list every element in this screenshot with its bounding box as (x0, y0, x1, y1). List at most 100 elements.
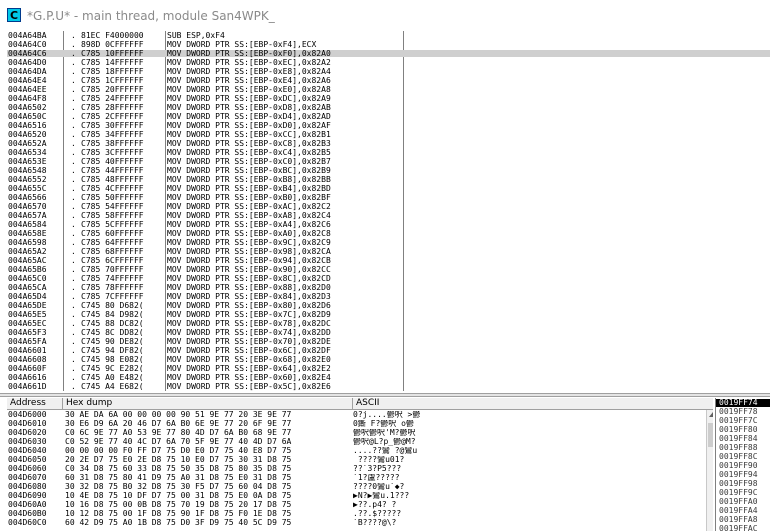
instruction-hex: C745 A4 E682( (81, 383, 144, 390)
dump-row[interactable]: 004D6020 C0 6C 9E 77 A0 53 9E 77 80 4D D7… (7, 429, 713, 437)
dump-row[interactable]: 004D6010 30 E6 D9 6A 20 46 D7 6A B0 6E 9E… (7, 420, 713, 428)
disassembly-row[interactable]: 004A65C0. C785 74FFFFFF MOV DWORD PTR SS:[… (7, 274, 770, 283)
disassembly-row[interactable]: 004A653E. C785 40FFFFFF MOV DWORD PTR SS:[… (7, 158, 770, 166)
instruction-hex: C745 80 D682( (81, 302, 144, 309)
disassembly-row[interactable]: 004A64C0. 898D 0CFFFFFF MOV DWORD PTR SS:[… (7, 41, 770, 49)
disassembly-row[interactable]: 004A6601. C745 94 DF82(MOV DWORD PTR SS:[… (7, 347, 770, 355)
stack-address[interactable]: 0019FFA8 (716, 516, 770, 524)
disassembly-row[interactable]: 004A658E. C785 60FFFFFF MOV DWORD PTR SS:[… (7, 230, 770, 238)
dump-address: 004D60C0 (8, 519, 47, 527)
pane-splitter[interactable] (0, 393, 770, 397)
disassembly-row[interactable]: 004A660F. C745 9C E282(MOV DWORD PTR SS:[… (7, 364, 770, 373)
dump-row[interactable]: 004D60A0 10 16 D8 75 00 0B D8 75 70 19 D8… (7, 501, 713, 509)
dump-row[interactable]: 004D6040 00 00 00 00 F0 FF D7 75 D0 E0 D7… (7, 447, 713, 455)
instruction-address: 004A65A2 (8, 248, 47, 255)
stack-pane[interactable]: 0019FF74 0019FF78 0019FF7C 0019FF80 0019FF84… (715, 398, 770, 531)
dump-address: 004D60A0 (8, 501, 47, 509)
disassembly-row[interactable]: 004A6570. C785 54FFFFFF MOV DWORD PTR SS:[… (7, 203, 770, 211)
dump-row[interactable]: 004D6070 60 31 D8 75 80 41 D9 75 A0 31 D8… (7, 474, 713, 482)
instruction-marker: . (71, 274, 76, 283)
disassembly-column-divider (165, 31, 166, 391)
stack-address[interactable]: 0019FFAC (716, 525, 770, 531)
disassembly-row[interactable]: 004A64DA. C785 18FFFFFF MOV DWORD PTR SS:[… (7, 68, 770, 76)
disassembly-row[interactable]: 004A65A2. C785 68FFFFFF MOV DWORD PTR SS:[… (7, 248, 770, 256)
dump-row[interactable]: 004D6060 C0 34 D8 75 60 33 D8 75 50 35 D8… (7, 465, 713, 473)
disassembly-row[interactable]: 004A64C6. C785 10FFFFFF MOV DWORD PTR SS:[… (7, 50, 770, 58)
dump-row[interactable]: 004D6080 30 32 D8 75 B0 32 D8 75 30 F5 D7… (7, 483, 713, 491)
disassembly-row[interactable]: 004A6502. C785 28FFFFFF MOV DWORD PTR SS:[… (7, 104, 770, 112)
dump-row[interactable]: 004D6000 30 AE DA 6A 00 00 00 00 90 51 9E… (7, 411, 713, 419)
disassembly-row[interactable]: 004A64F8. C785 24FFFFFF MOV DWORD PTR SS:[… (7, 95, 770, 103)
stack-address[interactable]: 0019FF84 (716, 435, 770, 443)
stack-address[interactable]: 0019FFA0 (716, 498, 770, 506)
disassembly-row[interactable]: 004A65E5. C745 84 D982(MOV DWORD PTR SS:[… (7, 311, 770, 319)
instruction-text: MOV DWORD PTR SS:[EBP-0x60],0x82E4 (167, 373, 331, 382)
instruction-text: MOV DWORD PTR SS:[EBP-0xE4],0x82A6 (167, 76, 331, 85)
disassembly-row[interactable]: 004A6566. C785 50FFFFFF MOV DWORD PTR SS:[… (7, 194, 770, 202)
instruction-hex: C785 70FFFFFF (81, 266, 144, 273)
disassembly-row[interactable]: 004A65AC. C785 6CFFFFFF MOV DWORD PTR SS:[… (7, 257, 770, 265)
dump-ascii: ▶??.p4? ? (353, 501, 397, 509)
dump-pane[interactable]: Address Hex dump ASCII 004D6000 30 AE DA … (7, 398, 713, 531)
instruction-text: MOV DWORD PTR SS:[EBP-0xA8],0x82C4 (167, 211, 331, 220)
instruction-marker: . (71, 238, 76, 247)
instruction-address: 004A65FA (8, 338, 47, 345)
stack-address[interactable]: 0019FF98 (716, 480, 770, 488)
dump-row[interactable]: 004D60C0 60 42 D9 75 A0 1B D8 75 D0 3F D9… (7, 519, 713, 527)
disassembly-row[interactable]: 004A661D. C745 A4 E682(MOV DWORD PTR SS:[… (7, 383, 770, 391)
disassembly-row[interactable]: 004A6616. C745 A0 E482(MOV DWORD PTR SS:[… (7, 373, 770, 382)
disassembly-row[interactable]: 004A65D4. C785 7CFFFFFF MOV DWORD PTR SS:[… (7, 293, 770, 301)
stack-address[interactable]: 0019FF80 (716, 426, 770, 434)
disassembly-row[interactable]: 004A64EE. C785 20FFFFFF MOV DWORD PTR SS:[… (7, 86, 770, 94)
disassembly-row[interactable]: 004A657A. C785 58FFFFFF MOV DWORD PTR SS:[… (7, 211, 770, 220)
disassembly-row[interactable]: 004A6598. C785 64FFFFFF MOV DWORD PTR SS:[… (7, 238, 770, 247)
stack-address[interactable]: 0019FF94 (716, 471, 770, 479)
instruction-text: MOV DWORD PTR SS:[EBP-0x64],0x82E2 (167, 364, 331, 373)
stack-address[interactable]: 0019FF7C (716, 417, 770, 425)
disassembly-row[interactable]: 004A65EC. C745 88 DC82(MOV DWORD PTR SS:[… (7, 320, 770, 328)
disassembly-row[interactable]: 004A65B6. C785 70FFFFFF MOV DWORD PTR SS:[… (7, 265, 770, 274)
stack-address[interactable]: 0019FF90 (716, 462, 770, 470)
disassembly-row[interactable]: 004A64D0. C785 14FFFFFF MOV DWORD PTR SS:[… (7, 59, 770, 67)
disassembly-row[interactable]: 004A6608. C745 98 E082(MOV DWORD PTR SS:[… (7, 355, 770, 364)
disassembly-column-divider (403, 31, 404, 391)
disassembly-row[interactable]: 004A6516. C785 30FFFFFF MOV DWORD PTR SS:[… (7, 122, 770, 130)
instruction-marker: . (71, 355, 76, 364)
disassembly-row[interactable]: 004A65FA. C745 90 DE82(MOV DWORD PTR SS:[… (7, 338, 770, 346)
dump-row[interactable]: 004D60B0 10 12 D8 75 00 1F D8 75 90 1F D8… (7, 510, 713, 518)
disassembly-row[interactable]: 004A6552. C785 48FFFFFF MOV DWORD PTR SS:[… (7, 176, 770, 184)
instruction-text: MOV DWORD PTR SS:[EBP-0x80],0x82D6 (167, 301, 331, 310)
disassembly-row[interactable]: 004A65CA. C785 78FFFFFF MOV DWORD PTR SS:[… (7, 284, 770, 292)
instruction-text: MOV DWORD PTR SS:[EBP-0x90],0x82CC (167, 265, 331, 274)
disassembly-row[interactable]: 004A65F3. C745 8C DD82(MOV DWORD PTR SS:[… (7, 329, 770, 337)
dump-row[interactable]: 004D6090 10 4E D8 75 10 DF D7 75 00 31 D8… (7, 492, 713, 500)
dump-hex-bytes: 10 12 D8 75 00 1F D8 75 90 1F D8 75 F0 1… (65, 510, 292, 518)
disassembly-row[interactable]: 004A65DE. C745 80 D682(MOV DWORD PTR SS:[… (7, 301, 770, 310)
disassembly-row[interactable]: 004A6534. C785 3CFFFFFF MOV DWORD PTR SS:[… (7, 148, 770, 157)
disassembly-pane[interactable]: 004A64BA. 81EC F4000000 SUB ESP,0xF4 004A64… (7, 31, 770, 391)
cpu-window-icon: C (7, 8, 21, 22)
disassembly-row[interactable]: 004A655C. C785 4CFFFFFF MOV DWORD PTR SS:[… (7, 185, 770, 193)
stack-address[interactable]: 0019FFA4 (716, 507, 770, 515)
disassembly-row[interactable]: 004A652A. C785 38FFFFFF MOV DWORD PTR SS:[… (7, 140, 770, 148)
stack-address[interactable]: 0019FF8C (716, 453, 770, 461)
dump-header-hex[interactable]: Hex dump (63, 398, 353, 409)
instruction-marker: . (71, 265, 76, 274)
dump-header-ascii[interactable]: ASCII (353, 398, 706, 409)
disassembly-row[interactable]: 004A6584. C785 5CFFFFFF MOV DWORD PTR SS:[… (7, 221, 770, 229)
window-title: *G.P.U* - main thread, module San4WPK_ (27, 9, 275, 23)
instruction-marker: . (71, 148, 76, 157)
stack-address[interactable]: 0019FF88 (716, 444, 770, 452)
disassembly-row[interactable]: 004A6520. C785 34FFFFFF MOV DWORD PTR SS:[… (7, 131, 770, 139)
dump-header-address[interactable]: Address (7, 398, 63, 409)
stack-address[interactable]: 0019FF9C (716, 489, 770, 497)
stack-address[interactable]: 0019FF78 (716, 408, 770, 416)
disassembly-row[interactable]: 004A64BA. 81EC F4000000 SUB ESP,0xF4 (7, 32, 770, 40)
stack-address[interactable]: 0019FF74 (716, 399, 770, 407)
disassembly-row[interactable]: 004A650C. C785 2CFFFFFF MOV DWORD PTR SS:[… (7, 113, 770, 121)
instruction-hex: C745 A0 E482( (81, 374, 144, 381)
dump-row[interactable]: 004D6050 20 2E D7 75 E0 2E D8 75 10 E0 D7… (7, 456, 713, 464)
dump-row[interactable]: 004D6030 C0 52 9E 77 40 4C D7 6A 70 5F 9E… (7, 438, 713, 446)
disassembly-row[interactable]: 004A64E4. C785 1CFFFFFF MOV DWORD PTR SS:[… (7, 76, 770, 85)
disassembly-row[interactable]: 004A6548. C785 44FFFFFF MOV DWORD PTR SS:[… (7, 167, 770, 175)
